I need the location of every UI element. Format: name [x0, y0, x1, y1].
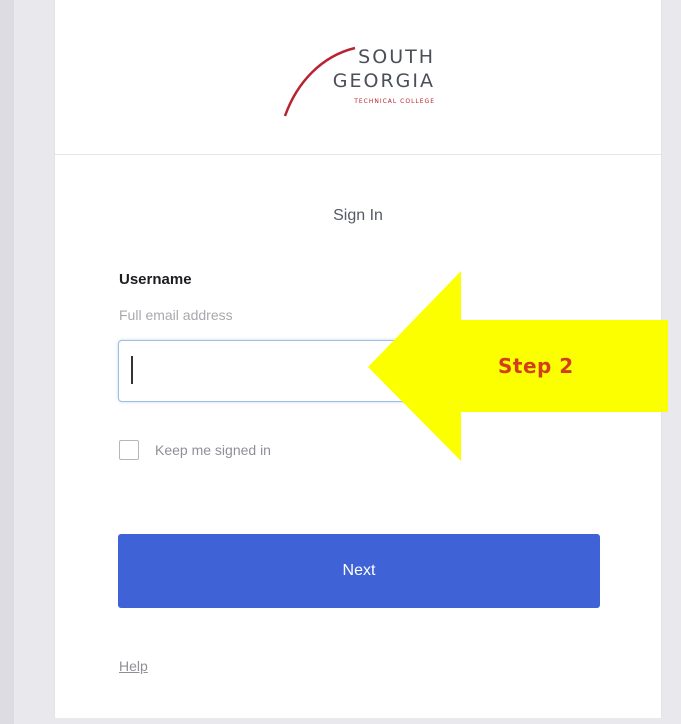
logo-text-line1: SOUTH	[358, 46, 435, 68]
annotation-step-label: Step 2	[498, 354, 574, 378]
keep-signed-in-checkbox[interactable]	[119, 440, 139, 460]
card-header: SOUTH GEORGIA TECHNICAL COLLEGE	[55, 0, 661, 155]
page-title: Sign In	[333, 207, 383, 224]
text-caret	[131, 356, 133, 384]
keep-signed-in-label[interactable]: Keep me signed in	[155, 442, 271, 458]
background-strip	[0, 0, 14, 724]
username-hint: Full email address	[119, 307, 233, 323]
logo-text-line2: GEORGIA	[332, 70, 435, 92]
next-button[interactable]: Next	[118, 534, 600, 608]
keep-signed-in-row[interactable]: Keep me signed in	[119, 438, 271, 462]
logo-subtitle: TECHNICAL COLLEGE	[354, 98, 435, 105]
college-logo: SOUTH GEORGIA TECHNICAL COLLEGE	[277, 42, 447, 122]
help-link[interactable]: Help	[119, 658, 148, 674]
username-label: Username	[119, 271, 192, 288]
